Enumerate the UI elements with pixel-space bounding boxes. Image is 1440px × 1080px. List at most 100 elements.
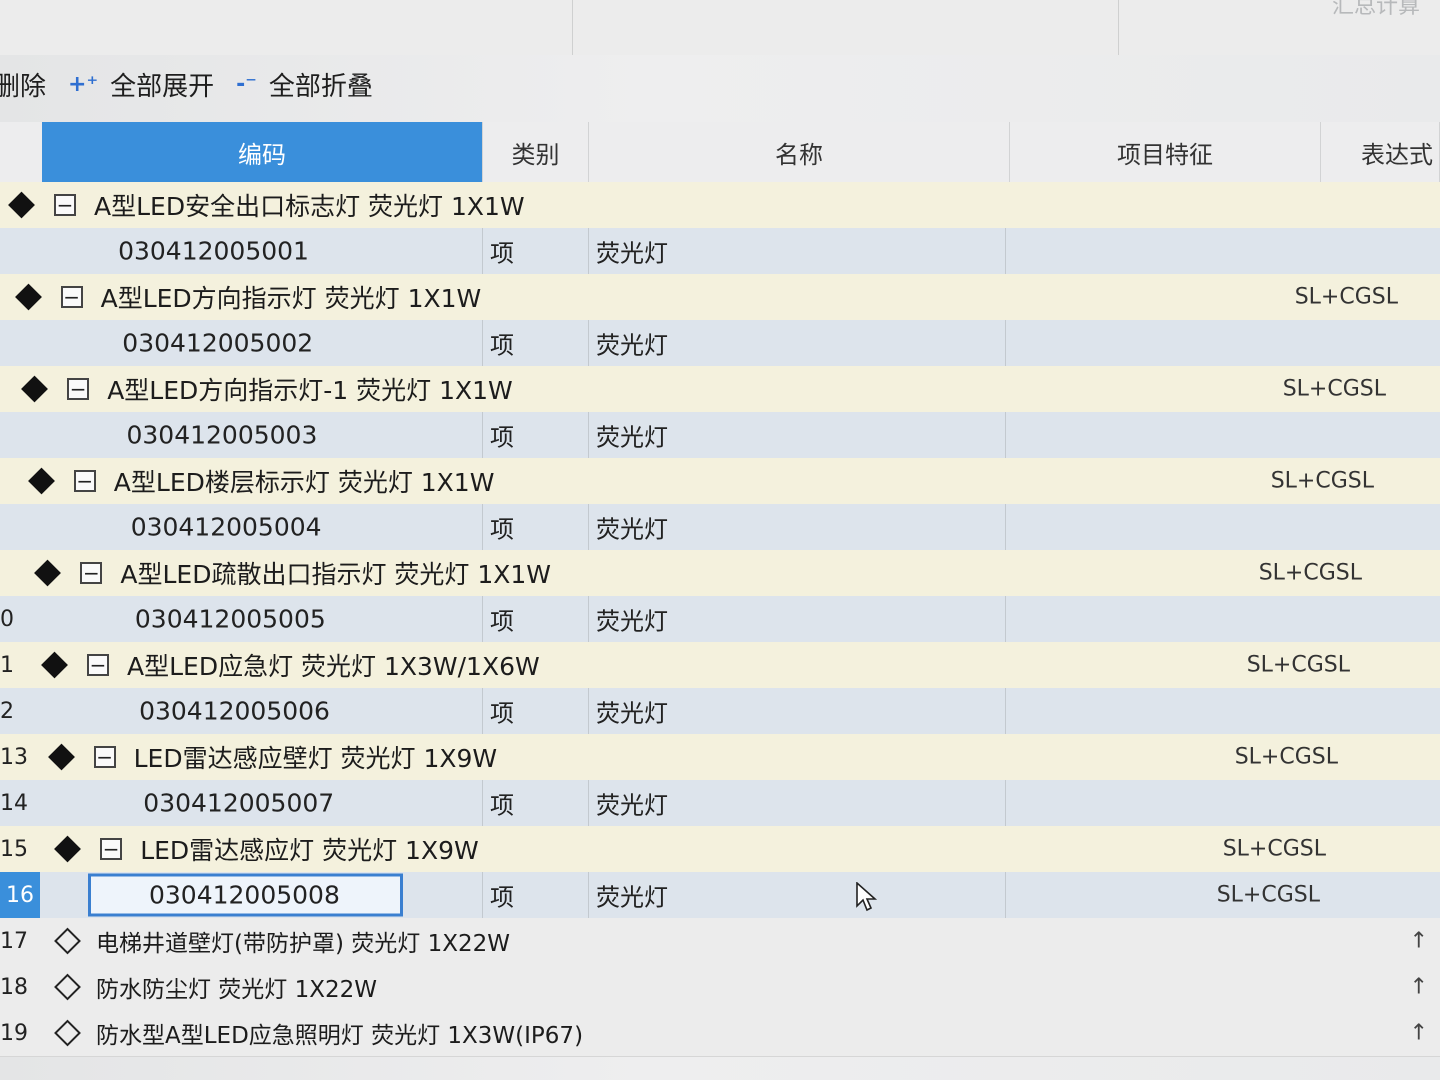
group-row[interactable]: − A型LED楼层标示灯 荧光灯 1X1W SL+CGSL [0,458,1440,505]
collapse-all-label: 全部折叠 [268,71,373,102]
category-cell[interactable]: 项 [490,510,514,545]
code-cell[interactable]: 030412005006 [139,697,330,726]
cell-divider [482,596,483,642]
collapse-toggle-icon[interactable]: − [93,746,116,768]
collapse-toggle-icon[interactable]: − [60,286,83,308]
category-cell[interactable]: 项 [490,694,514,729]
group-row[interactable]: 1 − A型LED应急灯 荧光灯 1X3W/1X6W SL+CGSL [0,642,1440,689]
name-cell[interactable]: 荧光灯 [596,418,668,453]
delete-label: 删除 [0,71,47,102]
cell-divider [588,412,589,458]
header-code[interactable]: 编码 [42,122,483,182]
code-cell[interactable]: 030412005001 [118,237,309,266]
row-number: 16 [0,872,40,918]
cell-divider [1005,688,1006,734]
code-cell[interactable]: 030412005002 [122,329,313,358]
category-cell[interactable]: 项 [490,602,514,637]
name-cell[interactable]: 荧光灯 [596,602,668,637]
name-cell[interactable]: 荧光灯 [596,326,668,361]
hollow-diamond-icon [54,927,81,955]
collapse-toggle-icon[interactable]: − [100,838,123,860]
bill-item-row[interactable]: 0 030412005005 项 荧光灯 [0,596,1440,643]
expression-cell[interactable]: SL+CGSL [1217,883,1320,908]
category-cell[interactable]: 项 [490,878,514,913]
expand-all-button[interactable]: +⁺ 全部展开 [68,66,214,103]
group-row[interactable]: 13 − LED雷达感应壁灯 荧光灯 1X9W SL+CGSL [0,734,1440,781]
expression-cell[interactable]: SL+CGSL [1283,377,1386,402]
top-panel: 汇总计算 [0,0,1440,55]
name-cell[interactable]: 荧光灯 [596,234,668,269]
bill-item-row[interactable]: 2 030412005006 项 荧光灯 [0,688,1440,735]
bill-item-row[interactable]: 14 030412005007 项 荧光灯 [0,780,1440,827]
category-cell[interactable]: 项 [490,234,514,269]
filled-diamond-icon [27,467,55,495]
list-item[interactable]: 19 防水型A型LED应急照明灯 荧光灯 1X3W(IP67) ↑ [0,1010,1440,1057]
collapse-all-icon: -⁻ [236,71,257,97]
cell-divider [588,228,589,274]
cell-divider [482,872,483,918]
expression-cell[interactable]: SL+CGSL [1235,745,1338,770]
filled-diamond-icon [14,283,42,311]
collapse-toggle-icon[interactable]: − [67,378,90,400]
group-title: A型LED安全出口标志灯 荧光灯 1X1W [94,192,525,221]
cell-divider [1005,320,1006,366]
row-number: 19 [0,1020,28,1046]
name-cell[interactable]: 荧光灯 [596,786,668,821]
code-cell[interactable]: 030412005007 [143,789,334,818]
cell-divider [1005,228,1006,274]
up-arrow-icon: ↑ [1409,1020,1428,1046]
row-number: 13 [0,744,28,770]
collapse-toggle-icon[interactable]: − [73,470,96,492]
category-cell[interactable]: 项 [490,418,514,453]
header-category[interactable]: 类别 [483,122,589,182]
cell-divider [1005,504,1006,550]
code-cell[interactable]: 030412005003 [127,421,318,450]
code-cell[interactable]: 030412005004 [131,513,322,542]
list-item[interactable]: 18 防水防尘灯 荧光灯 1X22W ↑ [0,964,1440,1011]
group-row[interactable]: − A型LED安全出口标志灯 荧光灯 1X1W [0,182,1440,229]
collapse-all-button[interactable]: -⁻ 全部折叠 [236,66,373,103]
list-item[interactable]: 17 电梯井道壁灯(带防护罩) 荧光灯 1X22W ↑ [0,918,1440,965]
expand-all-label: 全部展开 [110,71,215,102]
cell-divider [588,504,589,550]
expression-cell[interactable]: SL+CGSL [1247,653,1350,678]
collapse-toggle-icon[interactable]: − [54,194,76,216]
collapse-toggle-icon[interactable]: − [87,654,109,676]
bill-item-row[interactable]: 030412005001 项 荧光灯 [0,228,1440,275]
expression-cell[interactable]: SL+CGSL [1271,469,1374,494]
expression-cell[interactable]: SL+CGSL [1295,285,1398,310]
up-arrow-icon: ↑ [1409,928,1428,954]
bill-item-row[interactable]: 030412005002 项 荧光灯 [0,320,1440,367]
header-expression[interactable]: 表达式 [1321,122,1440,182]
delete-button[interactable]: 删除 [0,66,46,103]
group-row[interactable]: − A型LED方向指示灯-1 荧光灯 1X1W SL+CGSL [0,366,1440,413]
expression-cell[interactable]: SL+CGSL [1223,837,1326,862]
cell-divider [588,688,589,734]
name-cell[interactable]: 荧光灯 [596,878,668,913]
bill-item-row[interactable]: 16 030412005008 项 荧光灯 SL+CGSL [0,872,1440,919]
hollow-diamond-icon [54,1019,81,1047]
collapse-toggle-icon[interactable]: − [80,562,103,584]
filled-diamond-icon [47,743,75,771]
group-title: LED雷达感应灯 荧光灯 1X9W [140,836,479,865]
code-cell[interactable]: 030412005008 [88,873,403,917]
group-title: A型LED方向指示灯-1 荧光灯 1X1W [107,376,513,405]
bill-item-row[interactable]: 030412005004 项 荧光灯 [0,504,1440,551]
header-feature[interactable]: 项目特征 [1010,122,1321,182]
filled-diamond-icon [34,559,62,587]
expression-cell[interactable]: SL+CGSL [1259,561,1362,586]
toolbar: 删除 +⁺ 全部展开 -⁻ 全部折叠 [0,58,1440,110]
row-number: 0 [0,606,14,632]
header-name[interactable]: 名称 [589,122,1010,182]
group-row[interactable]: 15 − LED雷达感应灯 荧光灯 1X9W SL+CGSL [0,826,1440,873]
category-cell[interactable]: 项 [490,326,514,361]
name-cell[interactable]: 荧光灯 [596,694,668,729]
bill-item-row[interactable]: 030412005003 项 荧光灯 [0,412,1440,459]
cell-divider [1005,872,1006,918]
code-cell[interactable]: 030412005005 [135,605,326,634]
group-row[interactable]: − A型LED方向指示灯 荧光灯 1X1W SL+CGSL [0,274,1440,321]
name-cell[interactable]: 荧光灯 [596,510,668,545]
category-cell[interactable]: 项 [490,786,514,821]
group-row[interactable]: − A型LED疏散出口指示灯 荧光灯 1X1W SL+CGSL [0,550,1440,597]
filled-diamond-icon [21,375,49,403]
